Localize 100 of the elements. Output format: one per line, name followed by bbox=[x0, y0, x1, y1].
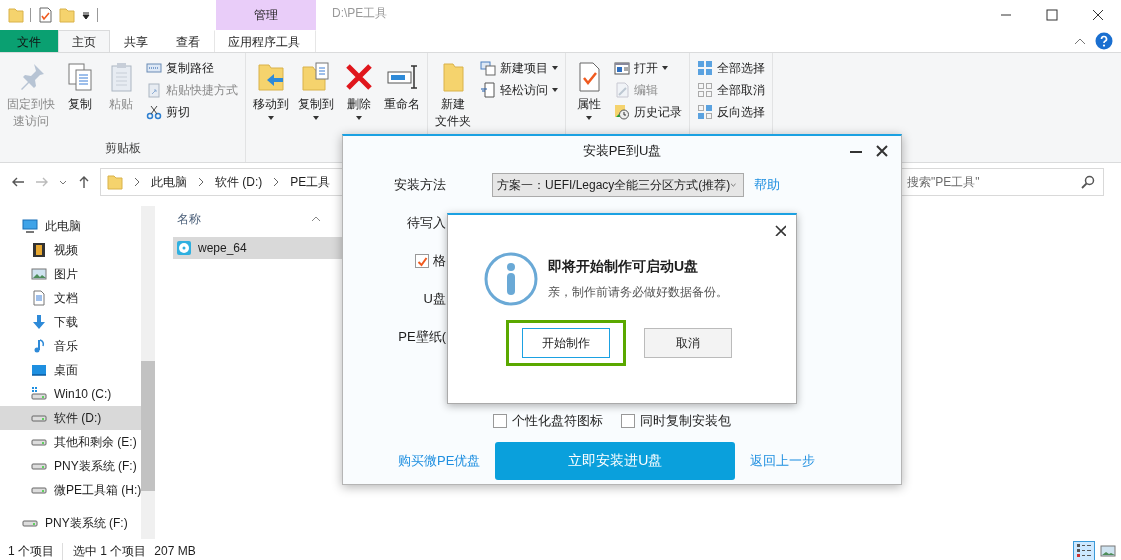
dropdown[interactable]: 方案一：UEFI/Legacy全能三分区方式(推荐) bbox=[492, 173, 744, 197]
scrollbar-thumb[interactable] bbox=[141, 361, 155, 491]
path-icon bbox=[146, 60, 162, 76]
select-none-icon bbox=[697, 82, 713, 98]
tree-item[interactable]: PNY装系统 (F:) bbox=[0, 511, 142, 535]
ribbon-button[interactable]: 全部选择 bbox=[694, 57, 768, 79]
start-button[interactable]: 开始制作 bbox=[522, 328, 610, 358]
drive-icon bbox=[22, 519, 38, 527]
computer-icon bbox=[22, 218, 38, 234]
chevron-right-icon bbox=[133, 177, 141, 187]
drive-icon bbox=[31, 438, 47, 446]
ribbon-button[interactable]: 打开 bbox=[611, 57, 685, 79]
edit-document-icon bbox=[614, 82, 630, 98]
details-view-icon bbox=[1076, 543, 1092, 559]
thumbnail-view-icon bbox=[1100, 543, 1116, 559]
ribbon-button[interactable]: 轻松访问 bbox=[477, 79, 561, 101]
close-icon[interactable] bbox=[875, 144, 889, 158]
checkbox[interactable] bbox=[493, 414, 507, 428]
folder-copy-icon bbox=[300, 61, 332, 93]
drive-icon bbox=[31, 414, 47, 422]
ribbon-tab[interactable]: 查看 bbox=[162, 30, 214, 52]
chevron-right-icon bbox=[272, 177, 281, 187]
checkbox[interactable] bbox=[415, 254, 429, 268]
file-menu-tab[interactable]: 文件 bbox=[0, 30, 58, 52]
tree-item[interactable]: 音乐 bbox=[0, 334, 142, 358]
ribbon-button[interactable]: 删除 bbox=[340, 57, 378, 124]
collapse-icon[interactable] bbox=[1073, 36, 1087, 46]
checkbox-label: 格 bbox=[433, 252, 446, 270]
sort-caret-icon bbox=[311, 216, 321, 222]
close-icon[interactable] bbox=[1092, 9, 1104, 21]
field-label: 待写入 bbox=[406, 214, 446, 232]
ribbon-button[interactable]: 复制 bbox=[61, 57, 99, 117]
item-count: 1 个项目 bbox=[8, 542, 54, 560]
tree-item[interactable]: 视频 bbox=[0, 238, 142, 262]
drive-icon bbox=[31, 486, 47, 494]
ribbon-button[interactable]: 全部取消 bbox=[694, 79, 768, 101]
tree-item[interactable]: 其他和剩余 (E:) bbox=[0, 430, 142, 454]
ribbon-button[interactable]: 剪切 bbox=[143, 101, 241, 123]
breadcrumb[interactable]: 软件 (D:) bbox=[215, 173, 263, 191]
ribbon-button[interactable]: 属性 bbox=[570, 57, 608, 124]
checkbox[interactable] bbox=[621, 414, 635, 428]
buy-link[interactable]: 购买微PE优盘 bbox=[398, 452, 481, 470]
checkbox-label: 同时复制安装包 bbox=[640, 412, 731, 430]
tree-item[interactable]: 软件 (D:) bbox=[0, 406, 142, 430]
ribbon-button[interactable]: 重命名 bbox=[381, 57, 423, 117]
ribbon-button[interactable]: 新建项目 bbox=[477, 57, 561, 79]
dialog-title: 安装PE到U盘 bbox=[582, 142, 662, 160]
desktop-icon bbox=[31, 362, 47, 378]
view-button[interactable] bbox=[1073, 541, 1095, 560]
field-label: U盘 bbox=[422, 290, 446, 308]
tree-item[interactable]: 图片 bbox=[0, 262, 142, 286]
tree-item[interactable]: 下载 bbox=[0, 310, 142, 334]
window-icon bbox=[614, 60, 630, 76]
document-icon bbox=[31, 290, 47, 306]
tree-item[interactable]: PNY装系统 (F:) bbox=[0, 454, 142, 478]
paste-shortcut-icon bbox=[146, 82, 162, 98]
folder-icon bbox=[8, 7, 24, 23]
tree-item[interactable]: Win10 (C:) bbox=[0, 382, 142, 406]
ribbon-tab[interactable]: 主页 bbox=[58, 30, 110, 52]
help-icon[interactable] bbox=[1095, 32, 1113, 50]
column-header[interactable]: 名称 bbox=[177, 210, 201, 228]
tree-item[interactable]: 文档 bbox=[0, 286, 142, 310]
check-icon bbox=[416, 255, 428, 267]
breadcrumb[interactable]: 此电脑 bbox=[151, 173, 187, 191]
folder-arrow-icon bbox=[255, 61, 287, 93]
breadcrumb[interactable]: PE工具 bbox=[290, 173, 331, 191]
tree-item[interactable]: 桌面 bbox=[0, 358, 142, 382]
back-link[interactable]: 返回上一步 bbox=[750, 452, 816, 470]
drive-icon bbox=[31, 462, 47, 470]
tree-item[interactable]: 此电脑 bbox=[0, 214, 142, 238]
history-icon bbox=[614, 104, 630, 120]
ribbon-button[interactable]: 反向选择 bbox=[694, 101, 768, 123]
select-all-icon bbox=[697, 60, 713, 76]
scrollbar[interactable] bbox=[141, 206, 155, 539]
window-title: D:\PE工具 bbox=[331, 5, 388, 22]
maximize-icon[interactable] bbox=[1046, 9, 1058, 21]
checkbox-label: 个性化盘符图标 bbox=[512, 412, 603, 430]
tree-item[interactable]: 微PE工具箱 (H:) bbox=[0, 478, 142, 502]
film-icon bbox=[31, 242, 47, 258]
folder-icon bbox=[107, 174, 123, 190]
ribbon-button[interactable]: 复制路径 bbox=[143, 57, 241, 79]
disc-icon bbox=[176, 240, 192, 256]
field-label: PE壁纸( bbox=[397, 328, 446, 346]
new-item-icon bbox=[480, 60, 496, 76]
help-link[interactable]: 帮助 bbox=[754, 176, 780, 194]
windows-drive-icon bbox=[31, 386, 47, 402]
field-label: 安装方法 bbox=[393, 176, 446, 194]
document-icon bbox=[480, 82, 496, 98]
ribbon-button[interactable]: 历史记录 bbox=[611, 101, 685, 123]
image-icon bbox=[31, 266, 47, 282]
ribbon-button[interactable]: 新建 文件夹 bbox=[432, 57, 474, 134]
ribbon-tab[interactable]: 共享 bbox=[110, 30, 162, 52]
checklist-icon[interactable] bbox=[37, 7, 53, 23]
cancel-button[interactable]: 取消 bbox=[644, 328, 732, 358]
info-icon bbox=[484, 252, 538, 306]
ribbon-button[interactable]: 复制到 bbox=[295, 57, 337, 124]
close-icon[interactable] bbox=[774, 224, 786, 236]
group-label: 剪贴板 bbox=[103, 140, 142, 157]
ribbon-button[interactable]: 移动到 bbox=[250, 57, 292, 124]
download-icon bbox=[31, 314, 47, 330]
